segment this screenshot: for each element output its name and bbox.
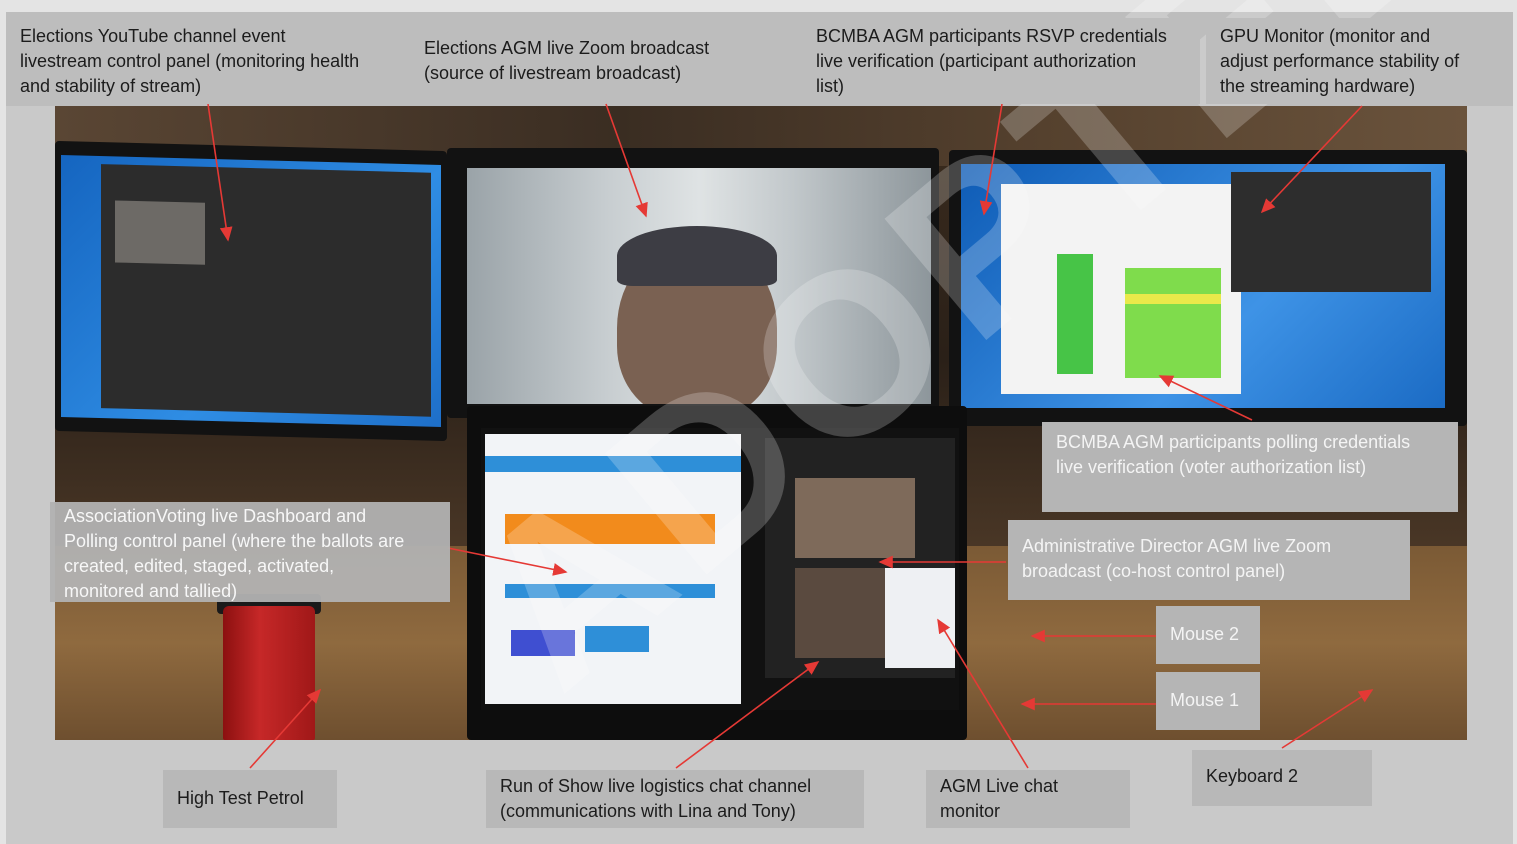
speaker-cap (617, 226, 777, 286)
label-youtube-panel: Elections YouTube channel event livestre… (6, 18, 404, 104)
label-mouse1: Mouse 1 (1156, 672, 1260, 730)
high-test-petrol-cup (223, 606, 315, 740)
label-mouse2: Mouse 2 (1156, 606, 1260, 664)
label-rsvp-verification: BCMBA AGM participants RSVP credentials … (802, 18, 1200, 104)
label-keyboard2: Keyboard 2 (1192, 750, 1372, 806)
label-high-test-petrol: High Test Petrol (163, 770, 337, 828)
label-zoom-broadcast: Elections AGM live Zoom broadcast (sourc… (410, 30, 790, 92)
youtube-preview-video (115, 200, 205, 265)
laptop (467, 406, 967, 740)
youtube-studio-panel (101, 164, 431, 417)
zoom-screen (467, 168, 931, 404)
monitor-spreadsheets (949, 150, 1467, 426)
youtube-screen (61, 155, 441, 427)
verification-spreadsheet (1001, 184, 1241, 394)
association-voting-dashboard (485, 434, 741, 704)
label-agm-chat: AGM Live chat monitor (926, 770, 1130, 828)
label-gpu-monitor: GPU Monitor (monitor and adjust performa… (1206, 18, 1512, 104)
monitor-youtube (55, 140, 447, 442)
laptop-screen (481, 428, 959, 710)
label-association-voting: AssociationVoting live Dashboard and Pol… (50, 502, 450, 602)
label-run-of-show: Run of Show live logistics chat channel … (486, 770, 864, 828)
admin-zoom-window (765, 438, 955, 678)
label-admin-director: Administrative Director AGM live Zoom br… (1008, 520, 1410, 600)
monitor-zoom (447, 148, 939, 418)
spreadsheet-screen (961, 164, 1445, 408)
label-polling-verification: BCMBA AGM participants polling credentia… (1042, 422, 1458, 512)
gpu-monitor-window (1231, 172, 1431, 292)
